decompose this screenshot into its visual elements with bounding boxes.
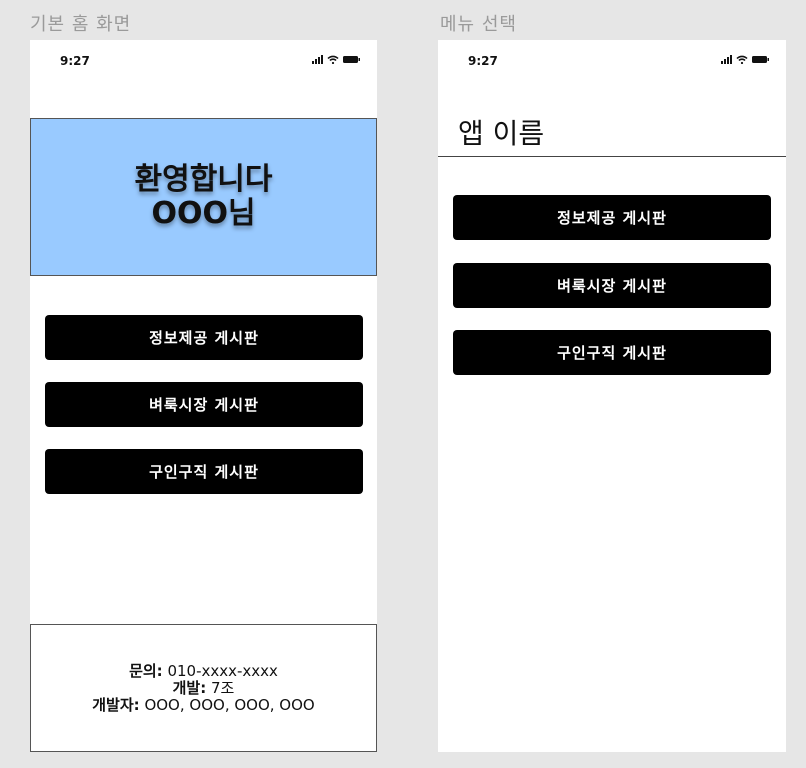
signal-icon (721, 55, 732, 64)
inquiry-value: 010-xxxx-xxxx (167, 661, 278, 680)
wifi-icon (736, 55, 748, 64)
home-screen: 9:27 환영합니다 OOO님 정보제공 게시판 벼룩시장 게시판 구인구직 게… (30, 40, 377, 752)
battery-icon (343, 55, 361, 64)
status-icons (312, 55, 361, 64)
battery-icon (752, 55, 770, 64)
job-board-button[interactable]: 구인구직 게시판 (45, 449, 363, 494)
welcome-title: 환영합니다 (134, 162, 273, 197)
info-board-button[interactable]: 정보제공 게시판 (453, 195, 771, 240)
status-time: 9:27 (60, 54, 90, 68)
dev-label: 개발: (172, 678, 207, 697)
signal-icon (312, 55, 323, 64)
developers-value: OOO, OOO, OOO, OOO (144, 695, 315, 714)
info-board-button[interactable]: 정보제공 게시판 (45, 315, 363, 360)
job-board-button[interactable]: 구인구직 게시판 (453, 330, 771, 375)
status-icons (721, 55, 770, 64)
flea-market-board-button[interactable]: 벼룩시장 게시판 (453, 263, 771, 308)
contact-info-box: 문의: 010-xxxx-xxxx 개발: 7조 개발자: OOO, OOO, … (30, 624, 377, 752)
flea-market-board-button[interactable]: 벼룩시장 게시판 (45, 382, 363, 427)
welcome-banner: 환영합니다 OOO님 (30, 118, 377, 276)
app-title: 앱 이름 (458, 117, 545, 150)
title-divider (438, 156, 786, 157)
developers-label: 개발자: (92, 695, 140, 714)
frame-label-menu: 메뉴 선택 (440, 14, 517, 35)
contact-inquiry: 문의: 010-xxxx-xxxx (129, 661, 278, 680)
wifi-icon (327, 55, 339, 64)
contact-developers: 개발자: OOO, OOO, OOO, OOO (92, 695, 315, 714)
frame-label-home: 기본 홈 화면 (30, 14, 132, 35)
contact-dev: 개발: 7조 (172, 678, 235, 697)
welcome-username: OOO님 (151, 196, 256, 231)
inquiry-label: 문의: (129, 661, 163, 680)
menu-screen: 9:27 앱 이름 정보제공 게시판 벼룩시장 게시판 구인구직 게시판 (438, 40, 786, 752)
dev-value: 7조 (211, 678, 235, 697)
status-time: 9:27 (468, 54, 498, 68)
